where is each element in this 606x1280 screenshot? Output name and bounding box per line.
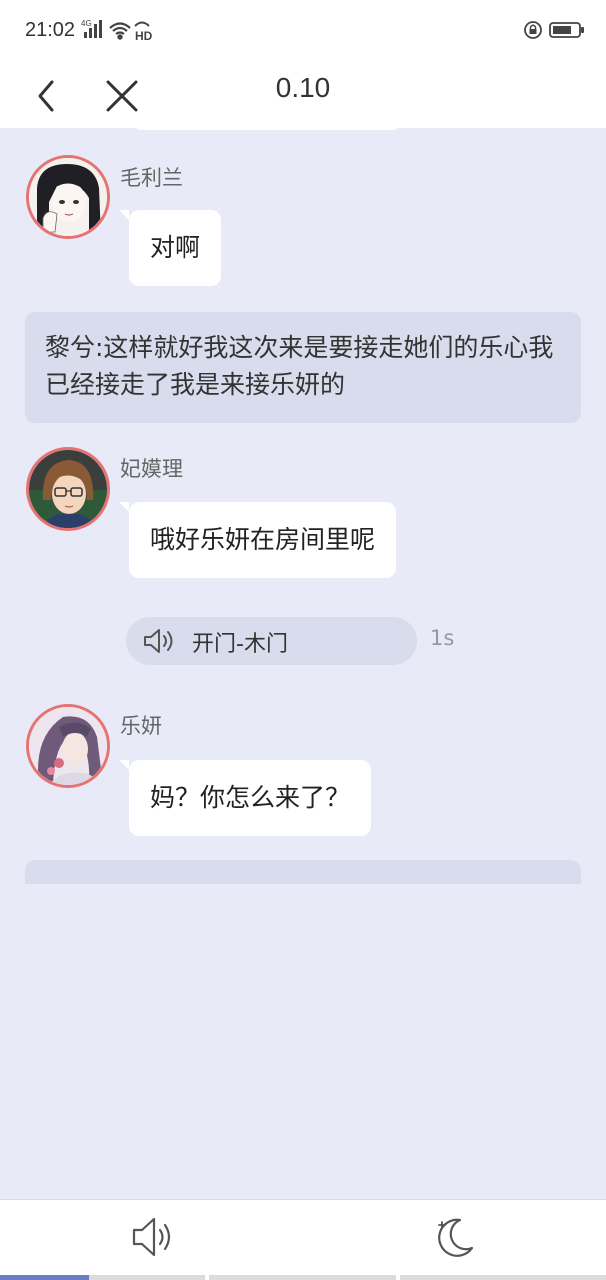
speaker-name: 乐妍	[120, 714, 162, 738]
moon-icon	[438, 1218, 474, 1257]
page-title: 0.10	[275, 72, 331, 103]
story-progress-fill	[0, 1275, 90, 1280]
status-network-icons: 4G HD	[81, 19, 153, 42]
dialogue-bubble: 哦好乐妍在房间里呢	[118, 502, 397, 578]
character-portrait-icon	[29, 158, 107, 236]
bottom-toolbar	[0, 1199, 606, 1280]
avatar-kisaki-eri[interactable]	[26, 447, 110, 531]
narration-text: 黎兮:这样就好我这次来是要接走她们的乐心我已经接走了我是来接乐妍的	[45, 333, 554, 399]
dialogue-text: 妈？你怎么来了？	[150, 783, 351, 812]
story-progress-bar	[0, 1275, 606, 1280]
hd-icon: HD	[134, 21, 153, 42]
night-mode-button[interactable]	[430, 1214, 478, 1262]
sound-effect-duration: 1s	[430, 626, 455, 650]
nav-bar: 0.10	[0, 60, 606, 128]
character-portrait-icon	[29, 707, 107, 785]
chat-area[interactable]: 毛利兰 对啊 黎兮:这样就好我这次来是要接走她们的乐心我已经接走了我是来接乐妍的…	[0, 128, 606, 884]
speaker-icon	[132, 1217, 171, 1257]
previous-bubble-edge	[132, 128, 402, 130]
sound-toggle-button[interactable]	[128, 1214, 176, 1260]
sound-effect-label: 开门-木门	[192, 632, 288, 657]
status-system-icons	[524, 21, 584, 39]
sound-effect-button[interactable]: 开门-木门	[126, 617, 417, 665]
dialogue-text: 哦好乐妍在房间里呢	[150, 525, 376, 554]
speaker-name: 妃嫫理	[120, 457, 183, 481]
dialogue-bubble: 妈？你怎么来了？	[118, 760, 372, 836]
speaker-name: 毛利兰	[120, 166, 183, 190]
status-time: 21:02	[25, 19, 76, 41]
svg-text:HD: HD	[135, 29, 153, 42]
narration-box-partial	[25, 860, 581, 884]
wifi-icon	[109, 22, 131, 40]
battery-icon	[549, 22, 584, 38]
speaker-icon	[144, 629, 173, 653]
status-bar: 21:02 4G HD	[0, 0, 606, 60]
dialogue-bubble: 对啊	[118, 210, 222, 286]
lock-rotation-icon	[524, 21, 542, 39]
dialogue-text: 对啊	[150, 233, 201, 262]
character-portrait-icon	[29, 450, 107, 528]
avatar-le-yan[interactable]	[26, 704, 110, 788]
avatar-mouri-ran[interactable]	[26, 155, 110, 239]
network-label: 4G	[81, 19, 92, 28]
narration-box: 黎兮:这样就好我这次来是要接走她们的乐心我已经接走了我是来接乐妍的	[25, 312, 581, 423]
